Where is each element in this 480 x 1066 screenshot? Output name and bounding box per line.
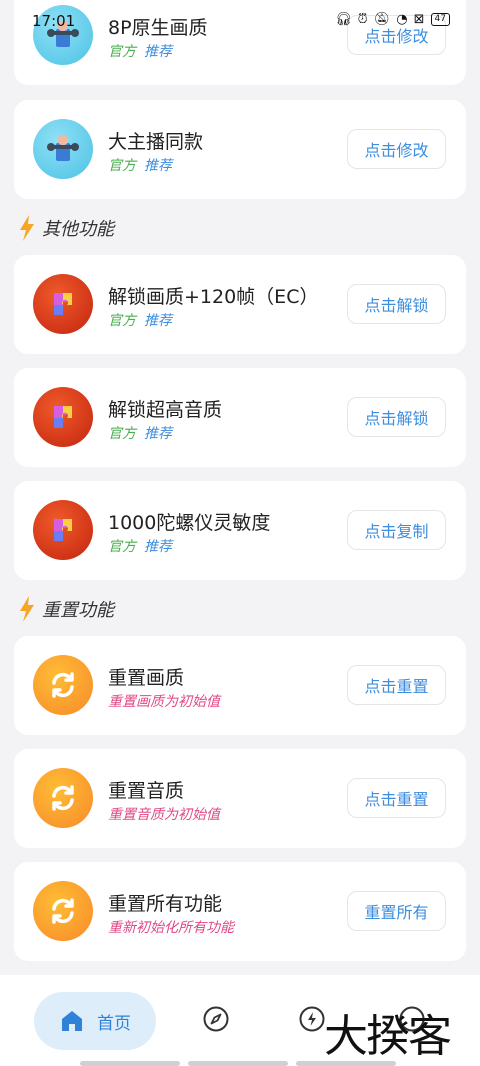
watermark: 大揆客 — [324, 1011, 452, 1062]
feature-card-unlock-quality: 解锁画质+120帧（EC） 官方 推荐 点击解锁 — [14, 255, 466, 354]
home-indicator-segment — [188, 1061, 288, 1066]
nav-home[interactable]: 首页 — [34, 992, 156, 1050]
home-indicator-segment — [80, 1061, 180, 1066]
wrench-icon — [33, 119, 93, 179]
tag-official: 官方 — [108, 539, 136, 555]
home-icon — [62, 1011, 82, 1031]
card-title: 1000陀螺仪灵敏度 — [108, 512, 271, 534]
card-title: 大主播同款 — [108, 131, 204, 153]
card-subtitle: 重置音质为初始值 — [108, 807, 220, 823]
reset-button[interactable]: 点击重置 — [347, 665, 446, 705]
card-subtitle: 重置画质为初始值 — [108, 694, 220, 710]
puzzle-icon — [33, 500, 93, 560]
unlock-button[interactable]: 点击解锁 — [347, 284, 446, 324]
card-subtitle: 官方 推荐 — [108, 310, 172, 330]
card-title: 重置画质 — [108, 667, 185, 689]
card-title: 解锁超高音质 — [108, 399, 223, 421]
modify-button[interactable]: 点击修改 — [347, 15, 446, 55]
section-header-other: 其他功能 — [18, 213, 114, 243]
unlock-button[interactable]: 点击解锁 — [347, 397, 446, 437]
bolt-nav-icon[interactable] — [298, 1005, 326, 1033]
home-indicator-segment — [296, 1061, 396, 1066]
refresh-icon — [33, 881, 93, 941]
card-subtitle: 重新初始化所有功能 — [108, 920, 234, 936]
section-header-reset: 重置功能 — [18, 594, 114, 624]
refresh-icon — [33, 768, 93, 828]
card-title: 重置音质 — [108, 780, 185, 802]
bolt-icon — [20, 596, 34, 622]
feature-card-reset-all: 重置所有功能 重新初始化所有功能 重置所有 — [14, 862, 466, 961]
card-subtitle: 官方 推荐 — [108, 536, 172, 556]
modify-button[interactable]: 点击修改 — [347, 129, 446, 169]
compass-icon[interactable] — [202, 1005, 230, 1033]
reset-button[interactable]: 点击重置 — [347, 778, 446, 818]
tag-official: 官方 — [108, 426, 136, 442]
feature-card-reset-quality: 重置画质 重置画质为初始值 点击重置 — [14, 636, 466, 735]
section-title: 重置功能 — [42, 600, 114, 621]
tag-official: 官方 — [108, 44, 136, 60]
puzzle-icon — [33, 274, 93, 334]
tag-recommend: 推荐 — [144, 158, 172, 174]
card-subtitle: 官方 推荐 — [108, 155, 172, 175]
section-title: 其他功能 — [42, 219, 114, 240]
reset-all-button[interactable]: 重置所有 — [347, 891, 446, 931]
tag-official: 官方 — [108, 313, 136, 329]
tag-recommend: 推荐 — [144, 539, 172, 555]
puzzle-icon — [33, 387, 93, 447]
refresh-icon — [33, 655, 93, 715]
bolt-icon — [20, 215, 34, 241]
tag-recommend: 推荐 — [144, 426, 172, 442]
tag-recommend: 推荐 — [144, 313, 172, 329]
card-subtitle: 官方 推荐 — [108, 423, 172, 443]
copy-button[interactable]: 点击复制 — [347, 510, 446, 550]
tag-official: 官方 — [108, 158, 136, 174]
nav-home-label: 首页 — [97, 1013, 131, 1034]
feature-card-8p: 8P原生画质 官方 推荐 点击修改 — [14, 0, 466, 85]
feature-card-streamer: 大主播同款 官方 推荐 点击修改 — [14, 100, 466, 199]
feature-card-gyro: 1000陀螺仪灵敏度 官方 推荐 点击复制 — [14, 481, 466, 580]
card-title: 8P原生画质 — [108, 17, 208, 39]
feature-card-unlock-audio: 解锁超高音质 官方 推荐 点击解锁 — [14, 368, 466, 467]
card-title: 重置所有功能 — [108, 893, 223, 915]
tag-recommend: 推荐 — [144, 44, 172, 60]
feature-card-reset-audio: 重置音质 重置音质为初始值 点击重置 — [14, 749, 466, 848]
card-title: 解锁画质+120帧（EC） — [108, 286, 319, 308]
wrench-icon — [33, 5, 93, 65]
card-subtitle: 官方 推荐 — [108, 41, 172, 61]
